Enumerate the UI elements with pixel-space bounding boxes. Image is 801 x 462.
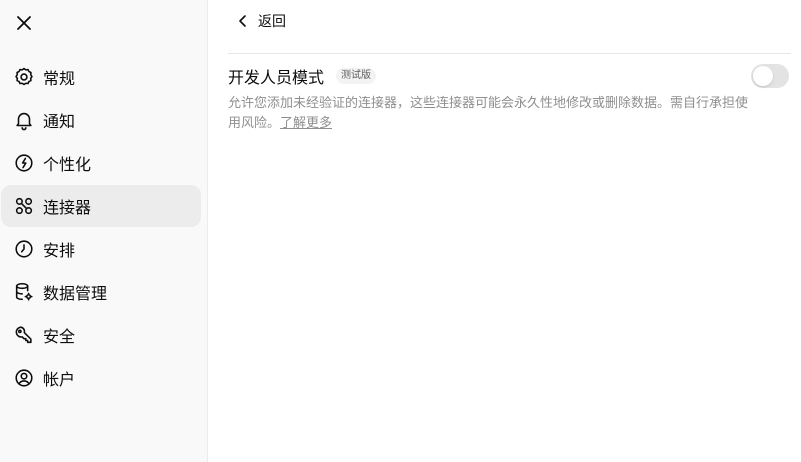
sidebar-item-label: 帐户 [43, 370, 76, 389]
chevron-left-icon [236, 14, 250, 28]
connector-icon [13, 195, 35, 217]
back-label: 返回 [258, 14, 286, 30]
settings-window: 常规 通知 个性化 连接器 安排 数据管理 安全 帐户 返回 开发人员模式 测试… [0, 0, 801, 462]
developer-mode-setting: 开发人员模式 测试版 允许您添加未经验证的连接器，这些连接器可能会永久性地修改或… [228, 64, 790, 134]
database-gear-icon [13, 281, 35, 303]
sidebar-item-general[interactable]: 常规 [1, 56, 201, 98]
settings-sidebar: 常规 通知 个性化 连接器 安排 数据管理 安全 帐户 [0, 0, 208, 462]
sidebar-item-security[interactable]: 安全 [1, 314, 201, 356]
back-button[interactable]: 返回 [236, 10, 286, 32]
gear-icon [13, 66, 35, 88]
close-icon [17, 16, 31, 30]
connectors-panel: 返回 开发人员模式 测试版 允许您添加未经验证的连接器，这些连接器可能会永久性地… [208, 0, 801, 462]
clock-icon [13, 238, 35, 260]
sidebar-item-connectors[interactable]: 连接器 [1, 185, 201, 227]
sidebar-item-schedule[interactable]: 安排 [1, 228, 201, 270]
learn-more-link[interactable]: 了解更多 [280, 116, 332, 131]
personalize-icon [13, 152, 35, 174]
toggle-knob [753, 66, 773, 86]
user-circle-icon [13, 367, 35, 389]
sidebar-item-label: 常规 [43, 69, 76, 88]
sidebar-item-notifications[interactable]: 通知 [1, 99, 201, 141]
beta-badge: 测试版 [336, 68, 377, 84]
setting-description: 允许您添加未经验证的连接器，这些连接器可能会永久性地修改或删除数据。需自行承担使… [228, 94, 748, 134]
sidebar-item-label: 通知 [43, 112, 76, 131]
setting-title: 开发人员模式 [228, 68, 325, 87]
sidebar-item-label: 数据管理 [43, 284, 108, 303]
sidebar-item-label: 安排 [43, 241, 76, 260]
setting-title-row: 开发人员模式 测试版 [228, 64, 790, 88]
sidebar-item-data-management[interactable]: 数据管理 [1, 271, 201, 313]
developer-mode-toggle[interactable] [751, 64, 789, 88]
bell-icon [13, 109, 35, 131]
settings-nav: 常规 通知 个性化 连接器 安排 数据管理 安全 帐户 [0, 56, 208, 400]
sidebar-item-label: 个性化 [43, 155, 92, 174]
sidebar-item-account[interactable]: 帐户 [1, 357, 201, 399]
key-icon [13, 324, 35, 346]
sidebar-item-label: 安全 [43, 327, 76, 346]
close-button[interactable] [12, 11, 36, 35]
sidebar-item-personalization[interactable]: 个性化 [1, 142, 201, 184]
sidebar-item-label: 连接器 [43, 198, 92, 217]
header-divider [228, 53, 791, 54]
